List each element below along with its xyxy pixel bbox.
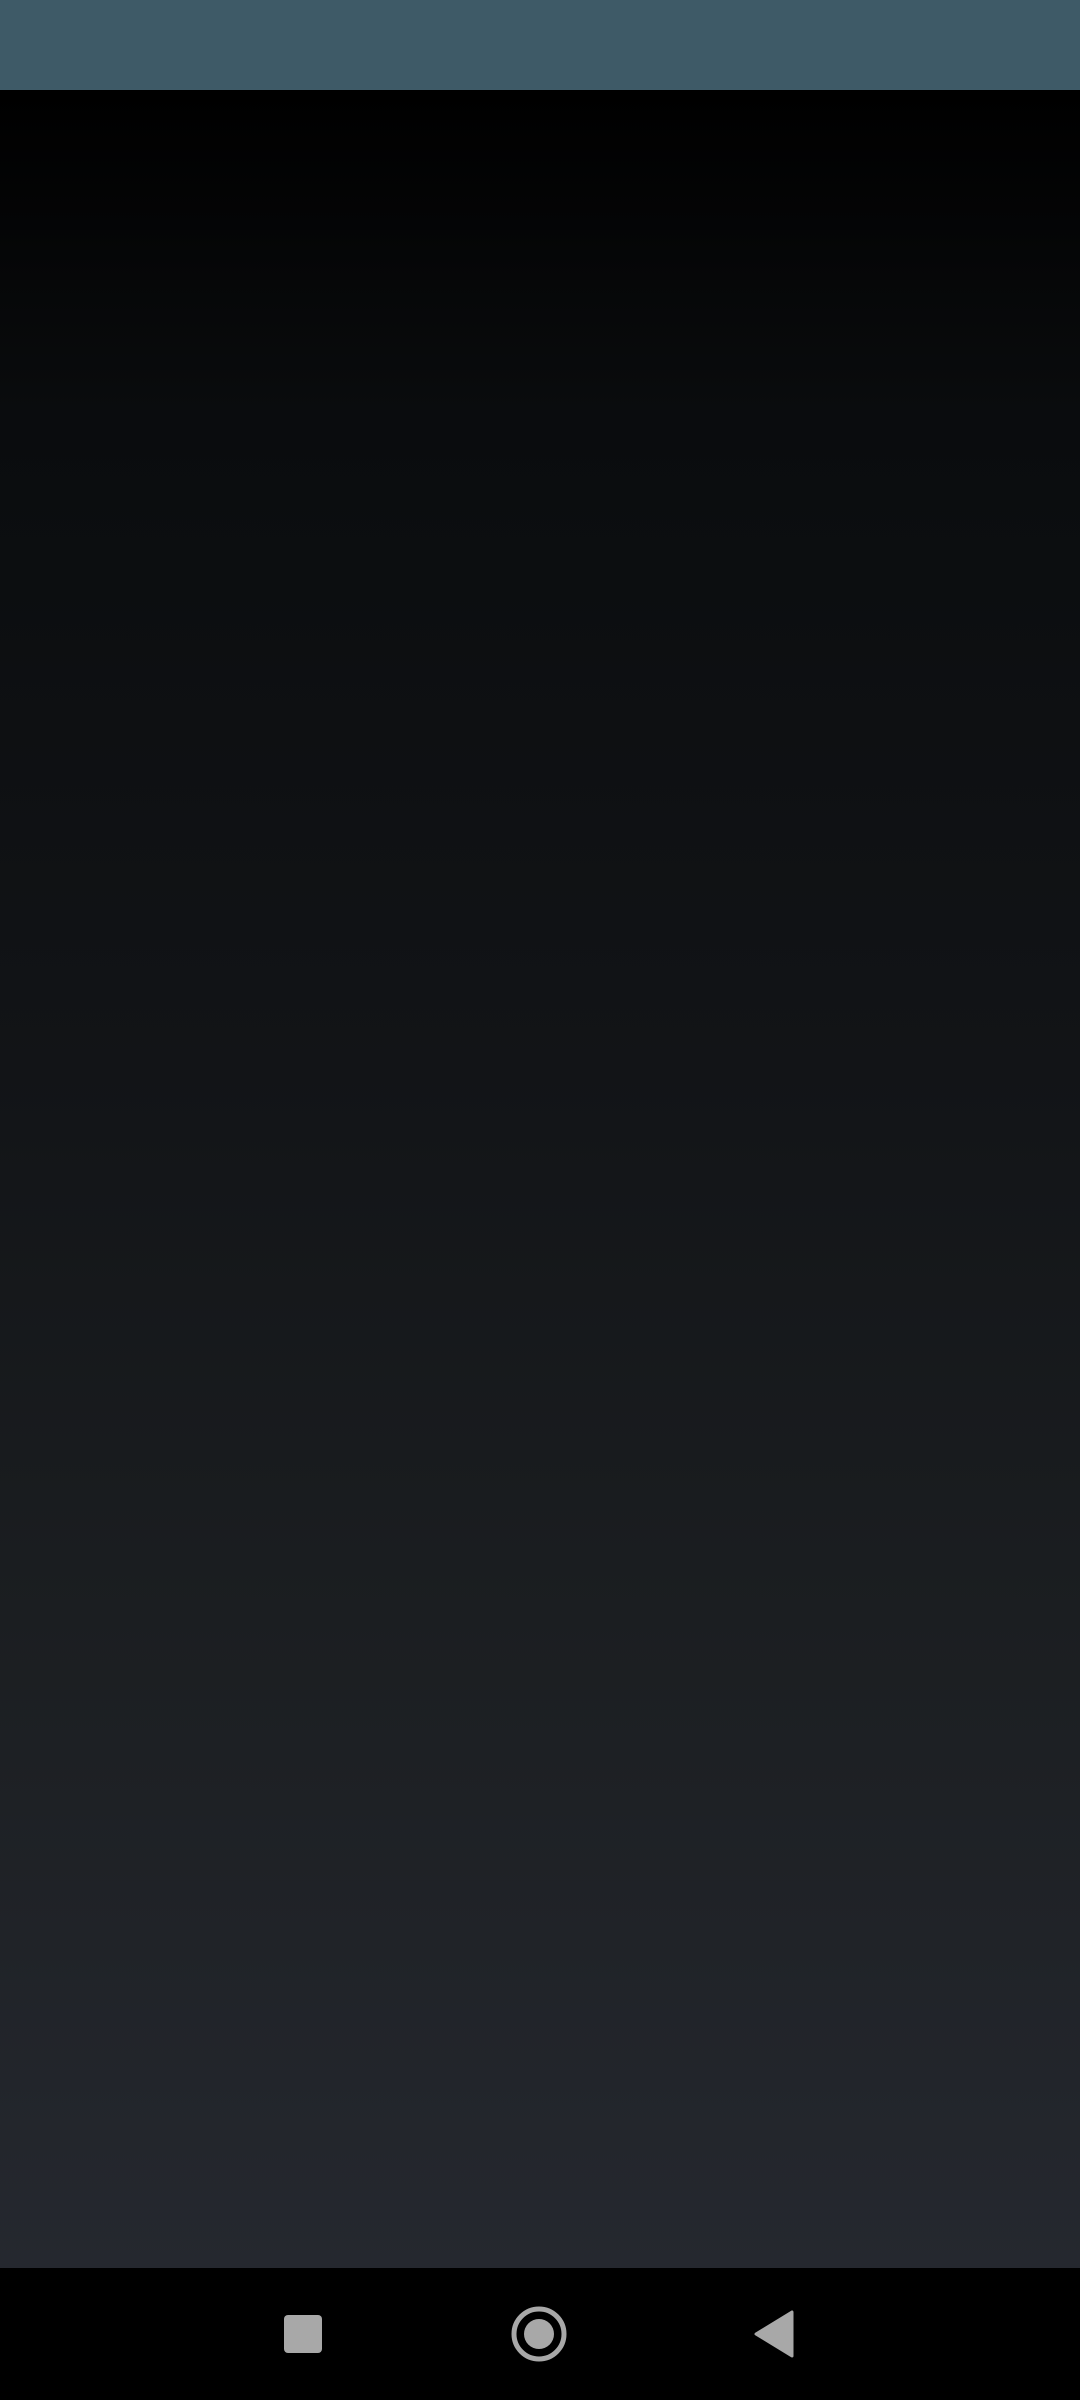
back-button[interactable] [708, 2268, 840, 2400]
home-circle-icon [511, 2306, 567, 2362]
back-triangle-icon [754, 2310, 794, 2358]
app-content-blank [0, 90, 1080, 2268]
status-bar [0, 0, 1080, 90]
home-button[interactable] [473, 2268, 605, 2400]
app-screen [0, 0, 1080, 2400]
recents-square-icon [284, 2315, 322, 2353]
navigation-bar [0, 2268, 1080, 2400]
recents-button[interactable] [237, 2268, 369, 2400]
